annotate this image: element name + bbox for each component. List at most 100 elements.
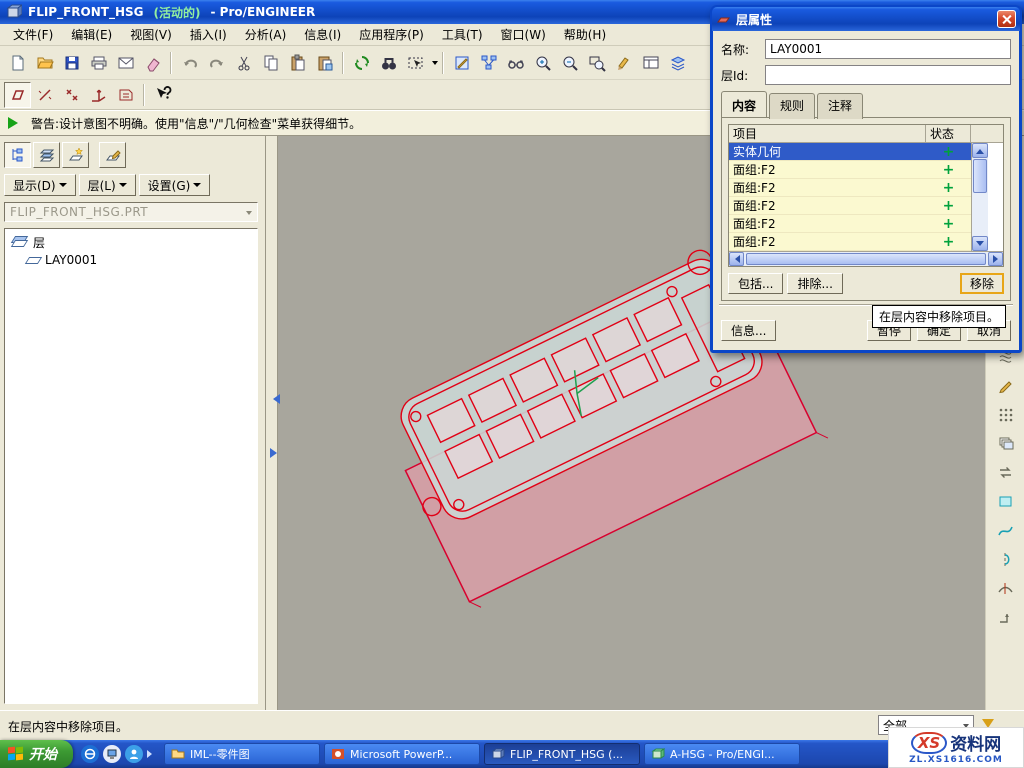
tree-node-lay0001[interactable]: LAY0001: [7, 251, 255, 269]
table-row-solid-geometry[interactable]: 实体几何+: [729, 143, 971, 161]
overflow-chevron-icon[interactable]: [147, 750, 156, 758]
remove-button[interactable]: 移除: [960, 273, 1004, 294]
repaint-button[interactable]: [610, 50, 637, 76]
paste-special-button[interactable]: [311, 50, 338, 76]
boundary-curve-button[interactable]: [992, 518, 1018, 543]
paste-button[interactable]: [284, 50, 311, 76]
layers-button[interactable]: [664, 50, 691, 76]
tree-view-button[interactable]: [4, 142, 31, 168]
scroll-thumb[interactable]: [973, 159, 987, 193]
scroll-thumb[interactable]: [746, 253, 986, 265]
tab-notes[interactable]: 注释: [817, 93, 863, 119]
table-row-quilt[interactable]: 面组:F2+: [729, 161, 971, 179]
display-settings-button[interactable]: [502, 50, 529, 76]
swap-tool-button[interactable]: [992, 460, 1018, 485]
sketch-button[interactable]: [448, 50, 475, 76]
layer-stack-tool-button[interactable]: [992, 431, 1018, 456]
scroll-down-button[interactable]: [972, 236, 988, 251]
component-graph-button[interactable]: [475, 50, 502, 76]
menu-insert[interactable]: 插入(I): [181, 23, 236, 46]
datum-axis-toggle[interactable]: [31, 82, 58, 108]
table-row-quilt[interactable]: 面组:F2+: [729, 179, 971, 197]
settings-menu-button[interactable]: 设置(G): [139, 174, 211, 196]
erase-button[interactable]: [139, 50, 166, 76]
task-a-hsg[interactable]: A-HSG - Pro/ENGI...: [644, 743, 800, 765]
fill-surface-button[interactable]: [992, 489, 1018, 514]
expand-right-icon[interactable]: [270, 448, 282, 458]
cut-button[interactable]: [230, 50, 257, 76]
dialog-title-bar[interactable]: 层属性: [712, 7, 1020, 31]
layer-edit-button[interactable]: [99, 142, 126, 168]
menu-help[interactable]: 帮助(H): [555, 23, 615, 46]
exclude-button[interactable]: 排除...: [787, 273, 842, 294]
save-button[interactable]: [58, 50, 85, 76]
new-layer-button[interactable]: [62, 142, 89, 168]
internet-explorer-icon[interactable]: [81, 745, 99, 763]
tree-node-layers[interactable]: 层: [7, 233, 255, 251]
layer-id-input[interactable]: [765, 65, 1011, 85]
open-button[interactable]: [31, 50, 58, 76]
menu-tools[interactable]: 工具(T): [433, 23, 492, 46]
model-combo[interactable]: FLIP_FRONT_HSG.PRT: [4, 202, 258, 222]
zoom-fit-button[interactable]: [583, 50, 610, 76]
task-flip-front-hsg[interactable]: FLIP_FRONT_HSG (...: [484, 743, 640, 765]
select-box-button[interactable]: [402, 50, 429, 76]
vertical-scrollbar[interactable]: [971, 143, 988, 251]
zoom-in-button[interactable]: [529, 50, 556, 76]
name-input[interactable]: [765, 39, 1011, 59]
context-help-button[interactable]: [149, 82, 176, 108]
undo-button[interactable]: [176, 50, 203, 76]
menu-edit[interactable]: 编辑(E): [62, 23, 121, 46]
collapse-left-icon[interactable]: [268, 394, 280, 404]
tab-contents[interactable]: 内容: [721, 91, 767, 117]
datum-plane-toggle[interactable]: [4, 82, 31, 108]
start-button[interactable]: 开始: [0, 740, 73, 768]
redo-button[interactable]: [203, 50, 230, 76]
show-desktop-icon[interactable]: [103, 745, 121, 763]
regenerate-button[interactable]: [348, 50, 375, 76]
menu-window[interactable]: 窗口(W): [492, 23, 555, 46]
select-dropdown-caret[interactable]: [432, 61, 438, 68]
trim-tool-button[interactable]: [992, 576, 1018, 601]
search-button[interactable]: [375, 50, 402, 76]
info-button[interactable]: 信息...: [721, 320, 776, 341]
header-item[interactable]: 项目: [729, 125, 926, 142]
annotation-toggle[interactable]: [112, 82, 139, 108]
tab-rules[interactable]: 规则: [769, 93, 815, 119]
zoom-out-button[interactable]: [556, 50, 583, 76]
print-button[interactable]: [85, 50, 112, 76]
revolve-tool-button[interactable]: [992, 547, 1018, 572]
copy-button[interactable]: [257, 50, 284, 76]
panel-sash[interactable]: [266, 136, 278, 710]
view-manager-button[interactable]: [637, 50, 664, 76]
layer-display-button[interactable]: [33, 142, 60, 168]
scroll-left-button[interactable]: [729, 252, 744, 266]
layer-menu-button[interactable]: 层(L): [79, 174, 136, 196]
dialog-close-button[interactable]: [997, 10, 1016, 28]
include-button[interactable]: 包括...: [728, 273, 783, 294]
menu-info[interactable]: 信息(I): [295, 23, 350, 46]
menu-applications[interactable]: 应用程序(P): [350, 23, 433, 46]
messenger-icon[interactable]: [125, 745, 143, 763]
datum-csys-toggle[interactable]: [85, 82, 112, 108]
table-row-quilt[interactable]: 面组:F2+: [729, 197, 971, 215]
datum-point-toggle[interactable]: [58, 82, 85, 108]
task-folder-window[interactable]: IML--零件图: [164, 743, 320, 765]
header-status[interactable]: 状态: [926, 125, 971, 142]
show-menu-button[interactable]: 显示(D): [4, 174, 76, 196]
navigator-panel: 显示(D) 层(L) 设置(G) FLIP_FRONT_HSG.PRT 层 LA…: [0, 136, 266, 710]
table-row-quilt[interactable]: 面组:F2+: [729, 233, 971, 251]
extend-tool-button[interactable]: [992, 605, 1018, 630]
menu-file[interactable]: 文件(F): [4, 23, 62, 46]
scroll-right-button[interactable]: [988, 252, 1003, 266]
task-powerpoint[interactable]: Microsoft PowerP...: [324, 743, 480, 765]
menu-view[interactable]: 视图(V): [121, 23, 181, 46]
horizontal-scrollbar[interactable]: [729, 251, 1003, 266]
new-file-button[interactable]: [4, 50, 31, 76]
pattern-tool-button[interactable]: [992, 402, 1018, 427]
table-row-quilt[interactable]: 面组:F2+: [729, 215, 971, 233]
menu-analysis[interactable]: 分析(A): [236, 23, 296, 46]
mail-button[interactable]: [112, 50, 139, 76]
style-tool-button[interactable]: [992, 373, 1018, 398]
scroll-up-button[interactable]: [972, 143, 988, 158]
